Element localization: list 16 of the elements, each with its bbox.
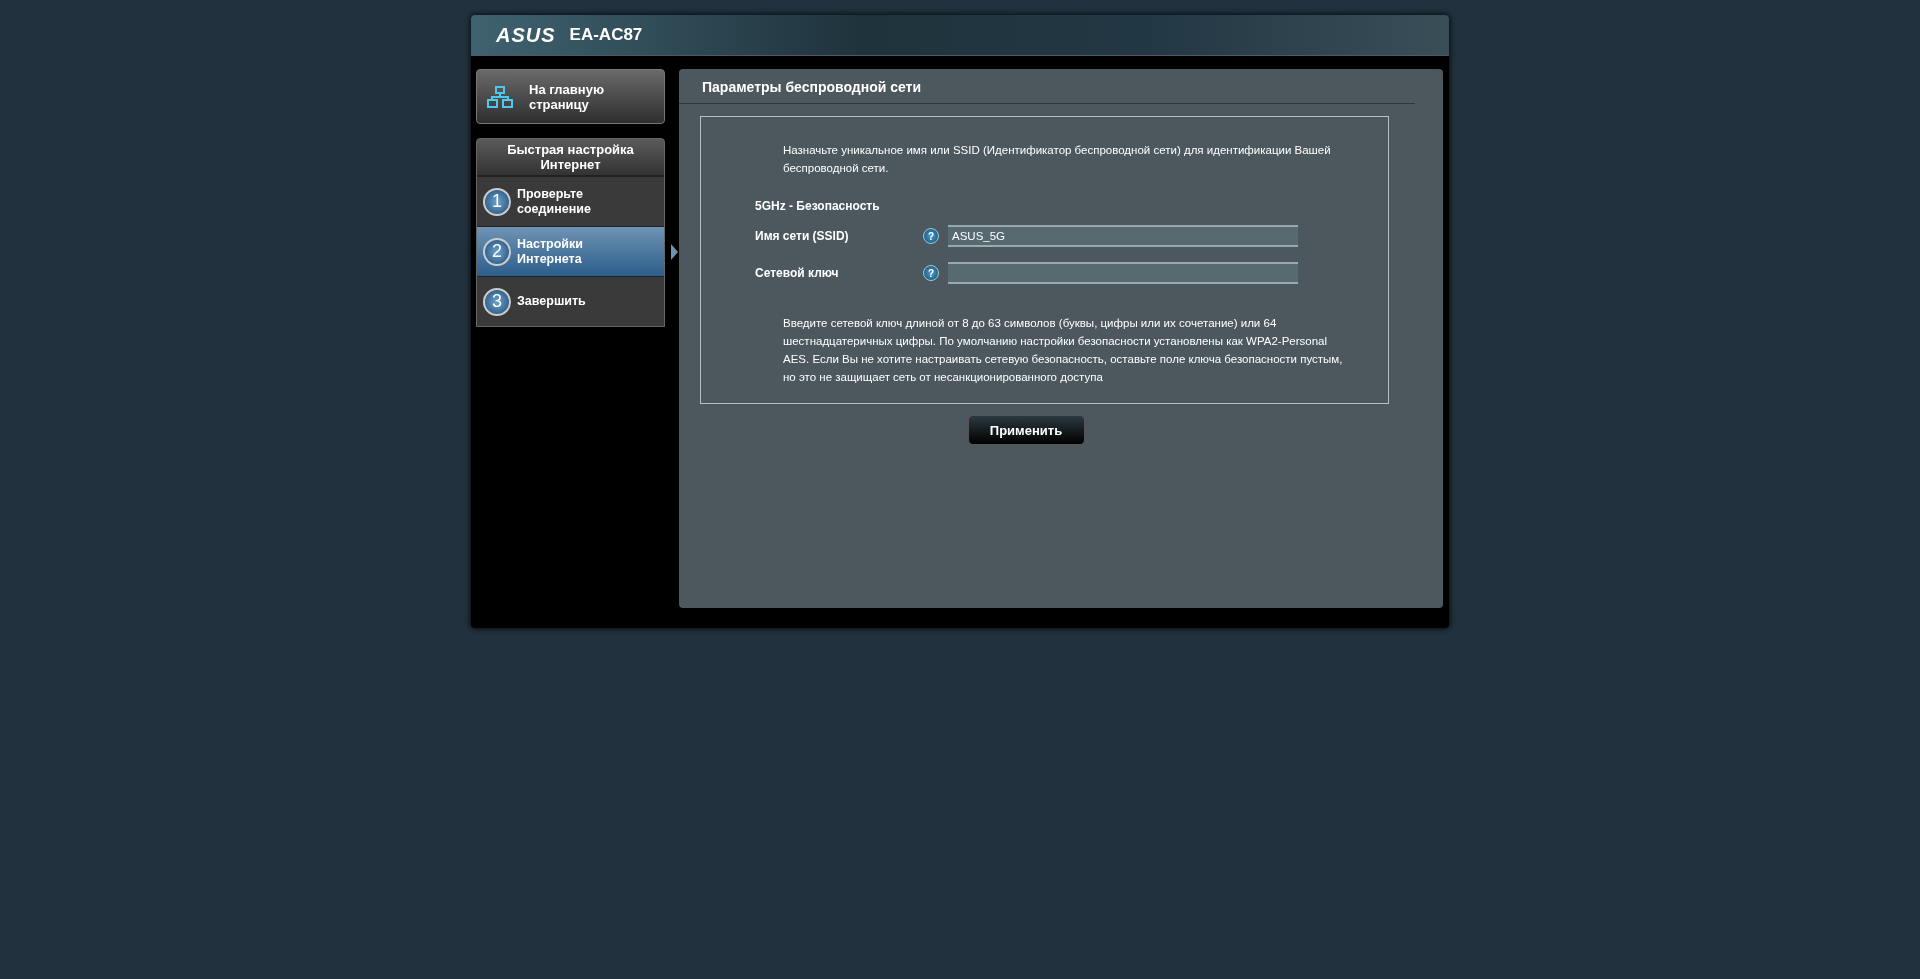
- home-button[interactable]: На главную страницу: [476, 69, 665, 124]
- input-field[interactable]: ASUS_5G: [948, 225, 1298, 247]
- section-title: 5GHz - Безопасность: [755, 199, 881, 213]
- apply-button[interactable]: Применить: [967, 415, 1085, 445]
- brand-logo: ASUS: [496, 23, 556, 47]
- model-name: EA-AC87: [569, 25, 643, 45]
- panel-title: Параметры беспроводной сети: [679, 69, 1415, 104]
- intro-text: Назначьте уникальное имя или SSID (Идентификатор беспроводной сети) для идентификации Вашей беспроводной сети.: [783, 143, 1332, 176]
- help-icon[interactable]: ?: [923, 228, 939, 244]
- help-icon[interactable]: ?: [923, 265, 939, 281]
- network-icon: [487, 85, 513, 108]
- input-field[interactable]: [948, 262, 1298, 284]
- field-label: Сетевой ключ: [755, 266, 840, 280]
- wizard-title: Быстрая настройка Интернет: [477, 139, 664, 176]
- field-label: Имя сети (SSID): [755, 229, 850, 243]
- hint-text: Введите сетевой ключ длиной от 8 до 63 символов (буквы, цифры или их сочетание) или 64 шестнадцатеричных цифры. По умолчанию настройки безопасности установлены как WPA2-Personal AES. Если Вы не хотите настраивать сетевую безопасность, оставьте поле ключа безопасности пустым, но это не защищает сеть от несанкционированного доступа: [783, 316, 1344, 385]
